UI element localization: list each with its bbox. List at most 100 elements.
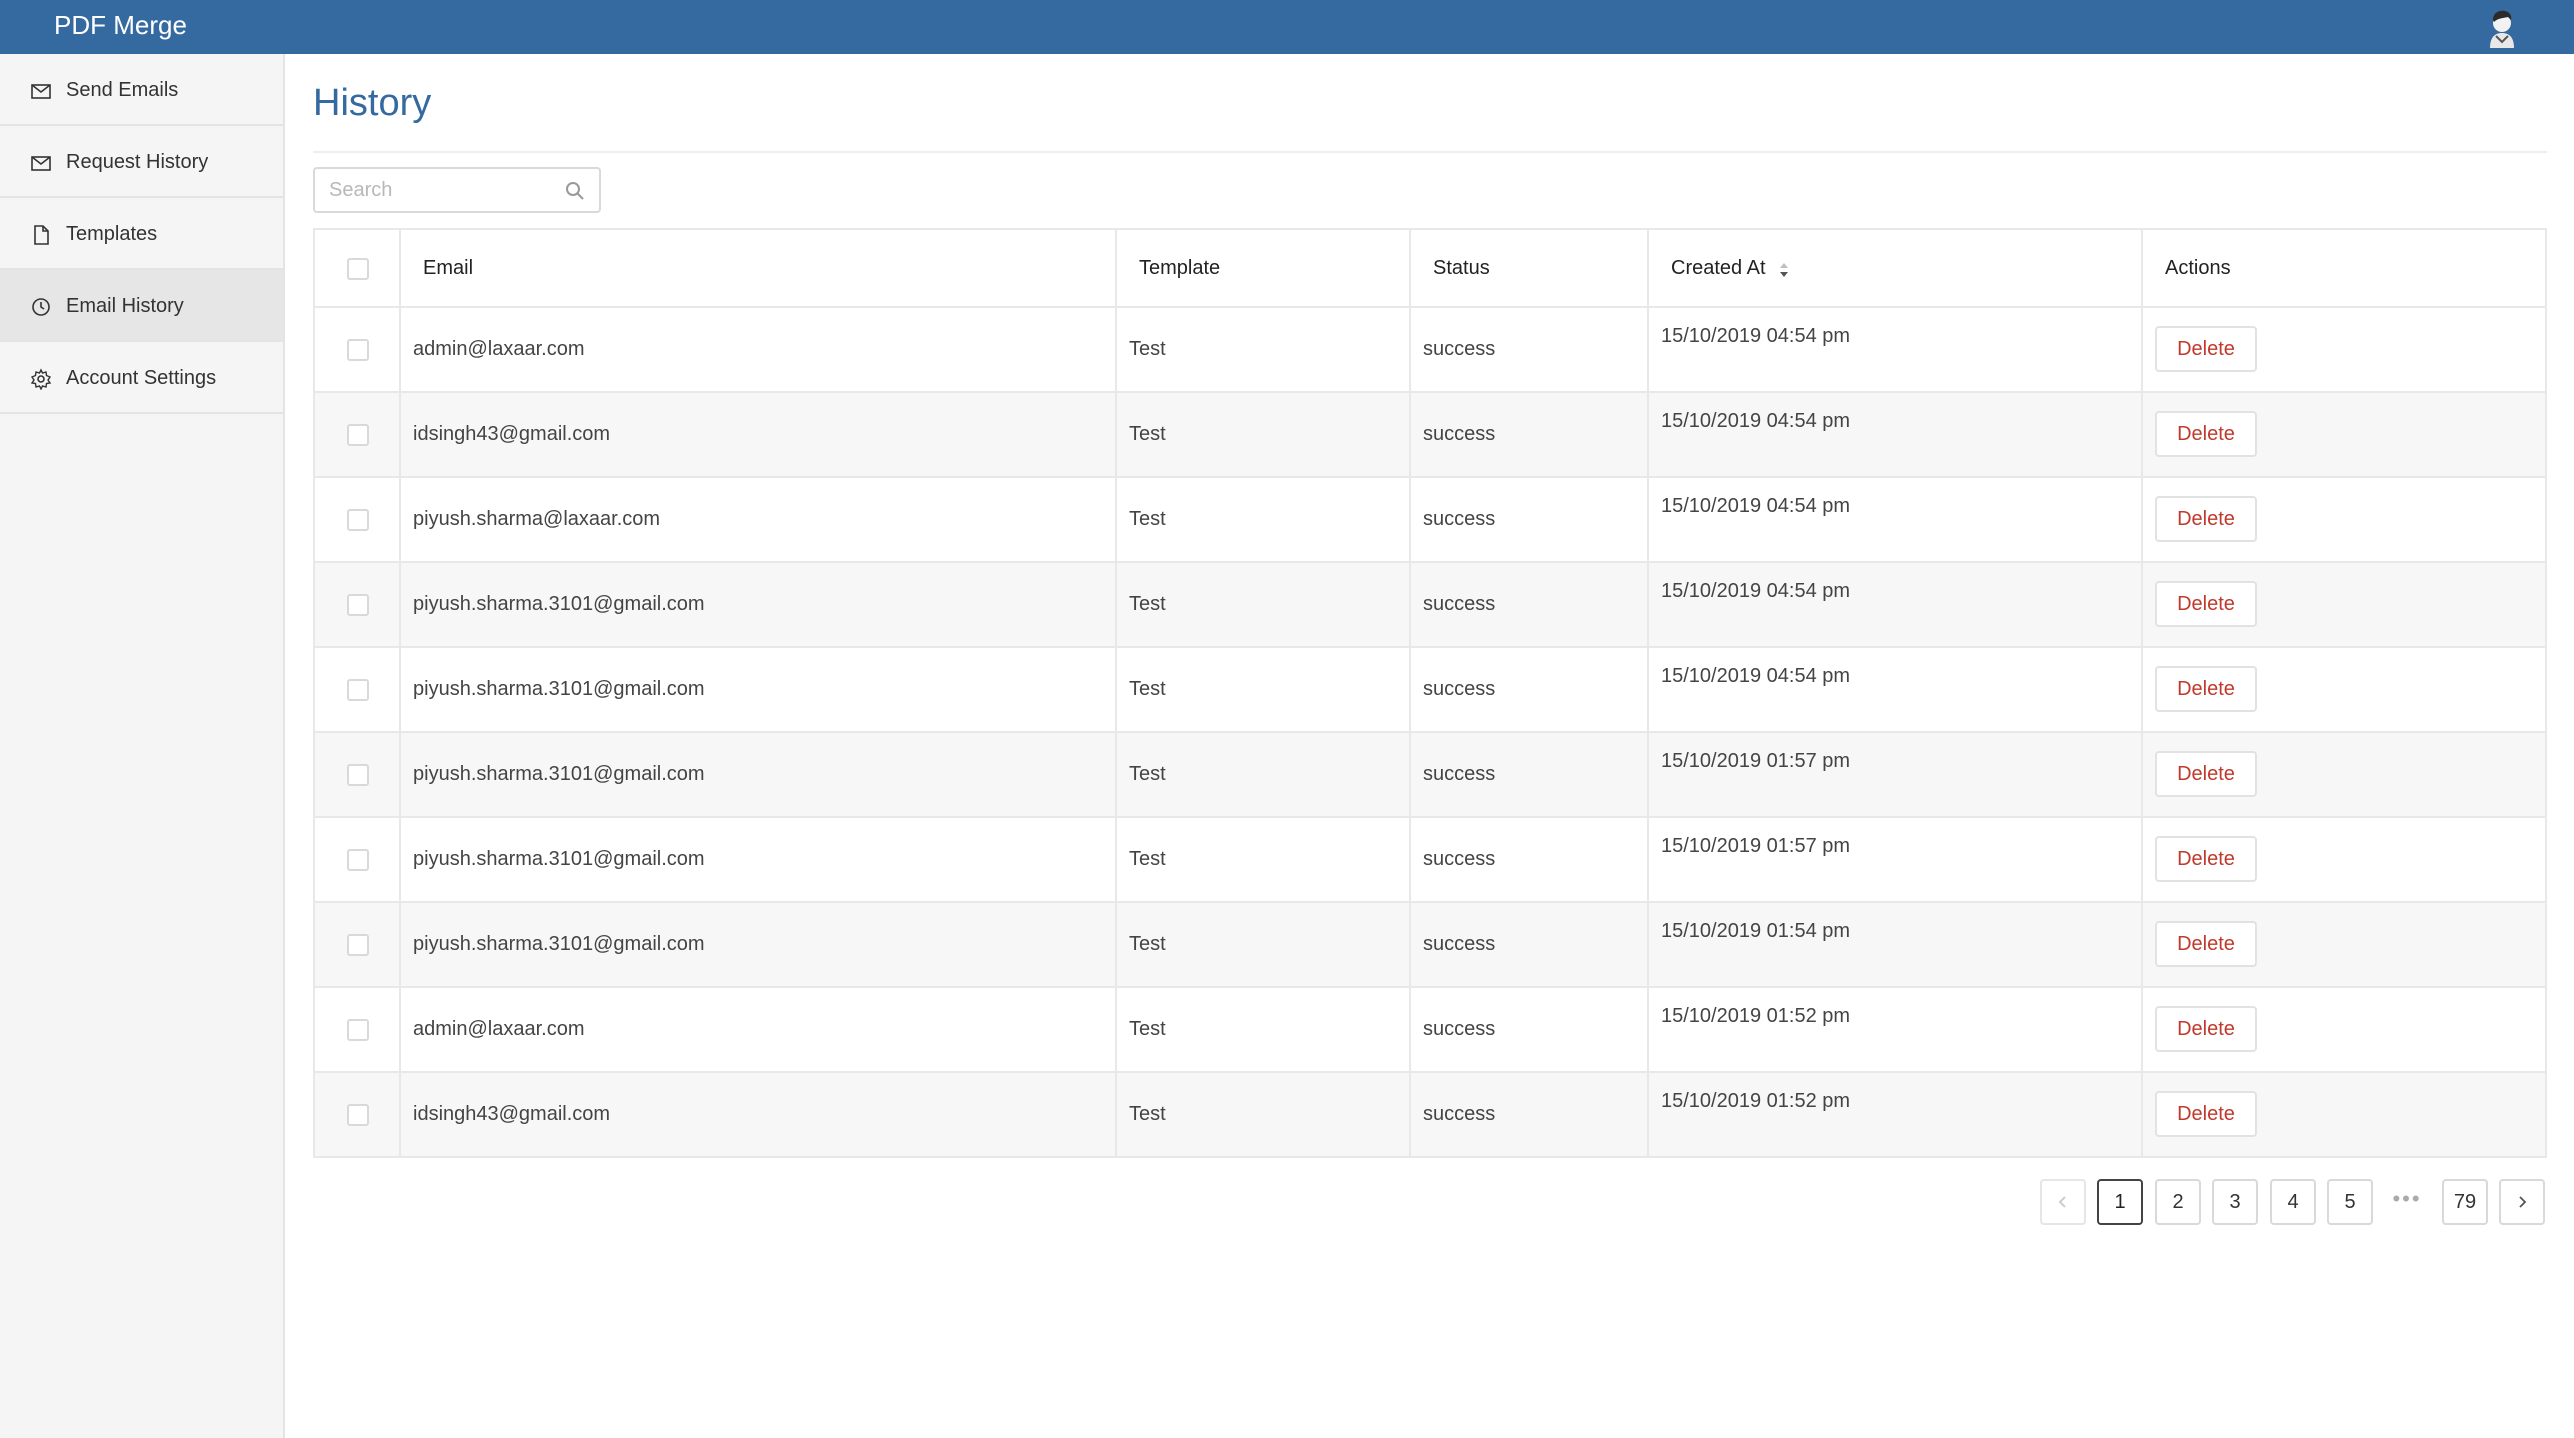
search-input[interactable]	[329, 175, 549, 205]
sidebar-item-label: Templates	[66, 223, 158, 245]
page-2-button[interactable]: 2	[2155, 1179, 2201, 1225]
prev-page-button[interactable]	[2040, 1179, 2086, 1225]
file-icon	[30, 224, 52, 246]
table-row: piyush.sharma.3101@gmail.com Test success 1…	[315, 903, 2545, 988]
column-header-template: Template	[1139, 257, 1221, 279]
row-checkbox[interactable]	[347, 764, 369, 786]
cell-status: success	[1423, 848, 1496, 870]
cell-status: success	[1423, 593, 1496, 615]
delete-button[interactable]: Delete	[2155, 581, 2257, 627]
sidebar: Send Emails Request History Templates Em…	[0, 54, 285, 1438]
cell-email: piyush.sharma.3101@gmail.com	[413, 593, 705, 615]
cell-status: success	[1423, 933, 1496, 955]
delete-button[interactable]: Delete	[2155, 751, 2257, 797]
cell-created-at: 15/10/2019 04:54 pm	[1661, 495, 1851, 517]
sidebar-item-label: Request History	[66, 151, 209, 173]
search-icon[interactable]	[563, 179, 587, 203]
delete-button[interactable]: Delete	[2155, 666, 2257, 712]
cell-template: Test	[1129, 933, 1166, 955]
cell-created-at: 15/10/2019 01:52 pm	[1661, 1005, 1851, 1027]
page-last-button[interactable]: 79	[2442, 1179, 2488, 1225]
cell-email: idsingh43@gmail.com	[413, 1103, 611, 1125]
table-row: admin@laxaar.com Test success 15/10/2019 01…	[315, 988, 2545, 1073]
cell-created-at: 15/10/2019 01:52 pm	[1661, 1090, 1851, 1112]
row-checkbox[interactable]	[347, 424, 369, 446]
mail-icon	[30, 152, 52, 174]
cell-status: success	[1423, 508, 1496, 530]
page-3-button[interactable]: 3	[2212, 1179, 2258, 1225]
sidebar-item-templates[interactable]: Templates	[0, 198, 283, 270]
sidebar-item-email-history[interactable]: Email History	[0, 270, 283, 342]
page-title: History	[313, 82, 432, 124]
delete-button[interactable]: Delete	[2155, 921, 2257, 967]
cell-status: success	[1423, 423, 1496, 445]
delete-button[interactable]: Delete	[2155, 836, 2257, 882]
cell-created-at: 15/10/2019 01:54 pm	[1661, 920, 1851, 942]
pagination-ellipsis[interactable]: •••	[2384, 1179, 2430, 1225]
cell-status: success	[1423, 1103, 1496, 1125]
next-page-button[interactable]	[2499, 1179, 2545, 1225]
sidebar-item-request-history[interactable]: Request History	[0, 126, 283, 198]
cell-created-at: 15/10/2019 04:54 pm	[1661, 410, 1851, 432]
table-row: idsingh43@gmail.com Test success 15/10/2019…	[315, 1073, 2545, 1158]
cell-template: Test	[1129, 678, 1166, 700]
row-checkbox[interactable]	[347, 1019, 369, 1041]
cell-email: piyush.sharma.3101@gmail.com	[413, 848, 705, 870]
row-checkbox[interactable]	[347, 594, 369, 616]
cell-status: success	[1423, 338, 1496, 360]
table-row: piyush.sharma@laxaar.com Test success 15/10…	[315, 478, 2545, 563]
mail-icon	[30, 80, 52, 102]
row-checkbox[interactable]	[347, 934, 369, 956]
delete-button[interactable]: Delete	[2155, 1091, 2257, 1137]
cell-created-at: 15/10/2019 04:54 pm	[1661, 325, 1851, 347]
divider	[313, 151, 2547, 153]
cell-template: Test	[1129, 1103, 1166, 1125]
row-checkbox[interactable]	[347, 509, 369, 531]
cell-template: Test	[1129, 338, 1166, 360]
page-5-button[interactable]: 5	[2327, 1179, 2373, 1225]
cell-status: success	[1423, 678, 1496, 700]
table-row: piyush.sharma.3101@gmail.com Test success 1…	[315, 563, 2545, 648]
table-row: admin@laxaar.com Test success 15/10/2019 04…	[315, 308, 2545, 393]
delete-button[interactable]: Delete	[2155, 1006, 2257, 1052]
app-title[interactable]: PDF Merge	[54, 0, 187, 54]
cell-email: idsingh43@gmail.com	[413, 423, 611, 445]
select-all-checkbox[interactable]	[347, 258, 369, 280]
cell-email: piyush.sharma.3101@gmail.com	[413, 933, 705, 955]
page-4-button[interactable]: 4	[2270, 1179, 2316, 1225]
cell-template: Test	[1129, 848, 1166, 870]
sort-icon[interactable]	[1777, 260, 1791, 280]
sidebar-item-label: Account Settings	[66, 367, 217, 389]
sidebar-item-label: Email History	[66, 295, 184, 317]
cell-template: Test	[1129, 508, 1166, 530]
cell-status: success	[1423, 763, 1496, 785]
delete-button[interactable]: Delete	[2155, 326, 2257, 372]
table-row: piyush.sharma.3101@gmail.com Test success 1…	[315, 818, 2545, 903]
column-header-created-at[interactable]: Created At	[1671, 230, 1766, 306]
column-header-status: Status	[1433, 257, 1490, 279]
row-checkbox[interactable]	[347, 849, 369, 871]
table-row: idsingh43@gmail.com Test success 15/10/2019…	[315, 393, 2545, 478]
chevron-left-icon	[2058, 1196, 2066, 1208]
delete-button[interactable]: Delete	[2155, 411, 2257, 457]
cell-email: piyush.sharma@laxaar.com	[413, 508, 661, 530]
sidebar-item-label: Send Emails	[66, 79, 179, 101]
gear-icon	[30, 368, 52, 391]
cell-status: success	[1423, 1018, 1496, 1040]
row-checkbox[interactable]	[347, 679, 369, 701]
cell-template: Test	[1129, 763, 1166, 785]
cell-email: piyush.sharma.3101@gmail.com	[413, 678, 705, 700]
row-checkbox[interactable]	[347, 339, 369, 361]
cell-email: admin@laxaar.com	[413, 1018, 585, 1040]
avatar[interactable]	[2482, 6, 2522, 48]
page-1-button[interactable]: 1	[2097, 1179, 2143, 1225]
cell-created-at: 15/10/2019 04:54 pm	[1661, 580, 1851, 602]
table-row: piyush.sharma.3101@gmail.com Test success 1…	[315, 648, 2545, 733]
table-row: piyush.sharma.3101@gmail.com Test success 1…	[315, 733, 2545, 818]
row-checkbox[interactable]	[347, 1104, 369, 1126]
clock-icon	[30, 296, 52, 318]
sidebar-item-send-emails[interactable]: Send Emails	[0, 54, 283, 126]
top-bar: PDF Merge	[0, 0, 2574, 54]
delete-button[interactable]: Delete	[2155, 496, 2257, 542]
sidebar-item-account-settings[interactable]: Account Settings	[0, 342, 283, 414]
